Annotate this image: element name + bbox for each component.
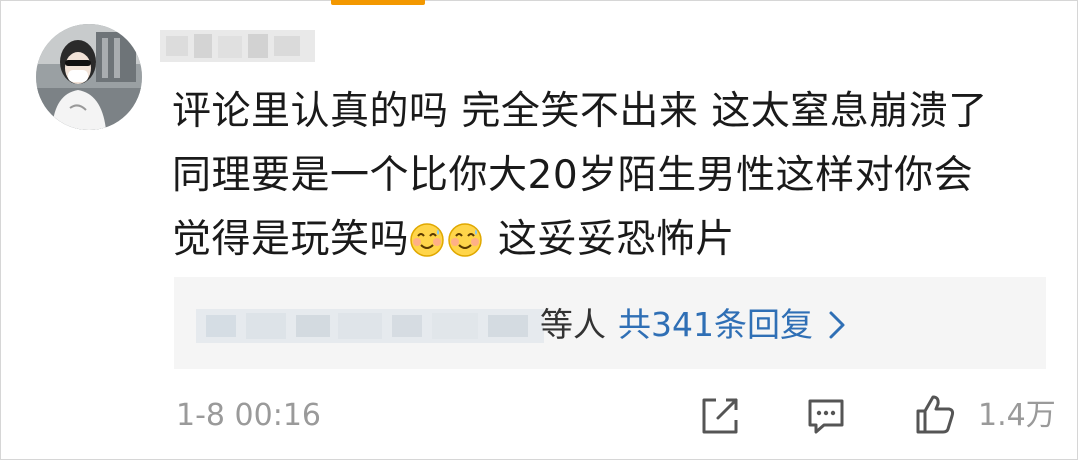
smiling-sweat-emoji-icon bbox=[448, 223, 482, 257]
comment-line-3: 觉得是玩笑吗 这妥妥恐怖片 bbox=[172, 208, 1052, 272]
avatar[interactable] bbox=[36, 24, 142, 130]
comment-line-3-text: 觉得是玩笑吗 bbox=[172, 217, 410, 262]
reply-count-link[interactable]: 共341条回复 bbox=[618, 303, 813, 347]
comment-line-2: 同理要是一个比你大20岁陌生男性这样对你会 bbox=[172, 153, 974, 198]
top-accent-bar bbox=[331, 0, 425, 5]
comment-text: 评论里认真的吗 完全笑不出来 这太窒息崩溃了 同理要是一个比你大20岁陌生男性这… bbox=[172, 80, 1052, 272]
chevron-right-icon[interactable] bbox=[828, 310, 846, 340]
reply-names-blurred bbox=[196, 309, 544, 343]
edit-share-icon[interactable] bbox=[698, 394, 742, 438]
replies-preview[interactable]: 等人 共341条回复 bbox=[174, 277, 1046, 369]
reply-etc-label: 等人 bbox=[540, 305, 606, 344]
thumbs-up-icon[interactable] bbox=[912, 392, 958, 438]
username-blurred[interactable] bbox=[160, 26, 315, 66]
comment-line-1: 评论里认真的吗 完全笑不出来 这太窒息崩溃了 bbox=[172, 89, 988, 134]
comment-bubble-icon[interactable] bbox=[804, 394, 848, 438]
comment-line-3-suffix: 这妥妥恐怖片 bbox=[485, 217, 735, 262]
smiling-sweat-emoji-icon bbox=[410, 223, 444, 257]
like-count: 1.4万 bbox=[978, 398, 1056, 433]
timestamp: 1-8 00:16 bbox=[176, 398, 321, 433]
avatar-photo bbox=[36, 24, 142, 130]
